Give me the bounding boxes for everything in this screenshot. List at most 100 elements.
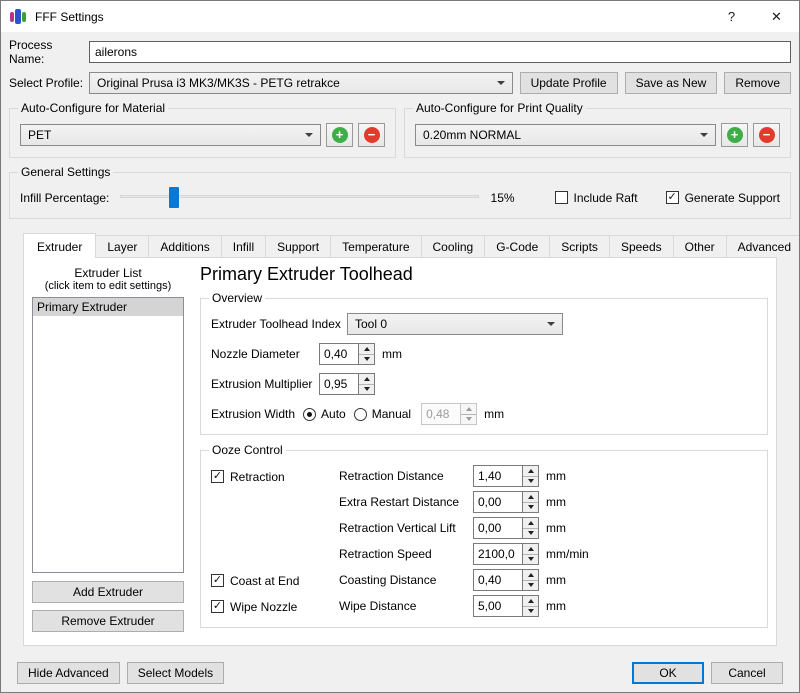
- tab-bar: Extruder Layer Additions Infill Support …: [23, 233, 799, 258]
- tab-support[interactable]: Support: [266, 235, 332, 257]
- extrusion-width-label: Extrusion Width: [211, 407, 296, 421]
- wipe-distance-label: Wipe Distance: [339, 599, 417, 613]
- add-quality-button[interactable]: +: [721, 123, 748, 147]
- spin-down-button[interactable]: [523, 476, 538, 486]
- unit-label: mm: [546, 599, 566, 613]
- remove-material-button[interactable]: −: [358, 123, 385, 147]
- quality-dropdown[interactable]: 0.20mm NORMAL: [415, 124, 716, 146]
- include-raft-checkbox[interactable]: Include Raft: [554, 191, 638, 205]
- nozzle-diameter-input[interactable]: [320, 344, 358, 364]
- spin-up-button[interactable]: [359, 374, 374, 385]
- retraction-distance-input[interactable]: [474, 466, 522, 486]
- coast-at-end-checkbox[interactable]: Coast at End: [211, 574, 299, 588]
- process-name-input[interactable]: [89, 41, 791, 63]
- tab-cooling[interactable]: Cooling: [421, 235, 486, 257]
- tab-advanced[interactable]: Advanced: [726, 235, 799, 257]
- material-dropdown[interactable]: PET: [20, 124, 321, 146]
- retraction-speed-spinner[interactable]: [473, 543, 539, 565]
- generate-support-checkbox[interactable]: Generate Support: [665, 191, 780, 205]
- tab-gcode[interactable]: G-Code: [485, 235, 551, 257]
- unit-label: mm: [546, 521, 566, 535]
- extra-restart-distance-input[interactable]: [474, 492, 522, 512]
- spin-down-button[interactable]: [359, 384, 374, 394]
- general-settings-groupbox: General Settings Infill Percentage: 15% …: [9, 165, 791, 219]
- infill-percentage-label: Infill Percentage:: [20, 190, 110, 205]
- chevron-down-icon: [305, 133, 313, 137]
- general-settings-title: General Settings: [18, 165, 114, 179]
- spin-up-button[interactable]: [523, 544, 538, 555]
- nozzle-diameter-spinner[interactable]: [319, 343, 375, 365]
- save-as-new-button[interactable]: Save as New: [624, 72, 718, 94]
- coasting-distance-label: Coasting Distance: [339, 573, 437, 587]
- wipe-distance-input[interactable]: [474, 596, 522, 616]
- coasting-distance-spinner[interactable]: [473, 569, 539, 591]
- retraction-checkbox[interactable]: Retraction: [211, 470, 285, 484]
- coasting-distance-row: Coast at End Coasting Distance: [211, 569, 757, 591]
- nozzle-diameter-label: Nozzle Diameter: [211, 347, 300, 361]
- window-title: FFF Settings: [35, 9, 104, 24]
- ooze-control-groupbox: Ooze Control Retraction Retraction Dista…: [200, 443, 768, 628]
- add-extruder-button[interactable]: Add Extruder: [32, 581, 184, 603]
- ooze-control-title: Ooze Control: [209, 443, 286, 457]
- select-profile-row: Select Profile: Original Prusa i3 MK3/MK…: [9, 72, 791, 94]
- retraction-distance-spinner[interactable]: [473, 465, 539, 487]
- profile-dropdown[interactable]: Original Prusa i3 MK3/MK3S - PETG retrak…: [89, 72, 513, 94]
- retraction-vertical-lift-spinner[interactable]: [473, 517, 539, 539]
- wipe-distance-spinner[interactable]: [473, 595, 539, 617]
- retraction-vertical-lift-input[interactable]: [474, 518, 522, 538]
- tab-additions[interactable]: Additions: [149, 235, 222, 257]
- extrusion-width-auto-radio[interactable]: Auto: [295, 407, 346, 421]
- extrusion-multiplier-input[interactable]: [320, 374, 358, 394]
- select-models-button[interactable]: Select Models: [126, 662, 225, 684]
- tab-extruder[interactable]: Extruder: [23, 233, 97, 258]
- auto-quality-groupbox: Auto-Configure for Print Quality 0.20mm …: [404, 101, 791, 158]
- infill-slider-thumb[interactable]: [168, 187, 179, 208]
- coasting-distance-input[interactable]: [474, 570, 522, 590]
- close-icon[interactable]: ✕: [754, 1, 799, 32]
- retraction-speed-label: Retraction Speed: [339, 547, 432, 561]
- auto-configure-row: Auto-Configure for Material PET + − Auto…: [9, 101, 791, 158]
- extra-restart-distance-spinner[interactable]: [473, 491, 539, 513]
- spin-down-button[interactable]: [523, 502, 538, 512]
- tab-infill[interactable]: Infill: [221, 235, 267, 257]
- spin-up-button[interactable]: [523, 466, 538, 477]
- tab-other[interactable]: Other: [673, 235, 727, 257]
- cancel-button[interactable]: Cancel: [711, 662, 783, 684]
- tab-layer[interactable]: Layer: [96, 235, 150, 257]
- remove-extruder-button[interactable]: Remove Extruder: [32, 610, 184, 632]
- tab-speeds[interactable]: Speeds: [609, 235, 674, 257]
- tab-temperature[interactable]: Temperature: [331, 235, 422, 257]
- spin-up-button[interactable]: [523, 596, 538, 607]
- update-profile-button[interactable]: Update Profile: [519, 72, 618, 94]
- extrusion-multiplier-spinner[interactable]: [319, 373, 375, 395]
- spin-down-button[interactable]: [523, 554, 538, 564]
- help-button[interactable]: ?: [709, 1, 754, 32]
- spin-down-button[interactable]: [359, 354, 374, 364]
- title-bar: FFF Settings ? ✕: [1, 1, 799, 32]
- tab-scripts[interactable]: Scripts: [550, 235, 610, 257]
- remove-profile-button[interactable]: Remove: [724, 72, 791, 94]
- extrusion-width-manual-radio[interactable]: Manual: [346, 407, 411, 421]
- retraction-vertical-lift-row: Retraction Vertical Lift mm: [211, 517, 757, 539]
- toolhead-index-dropdown[interactable]: Tool 0: [347, 313, 563, 335]
- extruder-list-title: Extruder List: [74, 266, 142, 280]
- spin-down-button[interactable]: [523, 580, 538, 590]
- extruder-listbox[interactable]: Primary Extruder: [32, 297, 184, 573]
- spin-up-button[interactable]: [359, 344, 374, 355]
- remove-quality-button[interactable]: −: [753, 123, 780, 147]
- process-name-label: Process Name:: [9, 38, 53, 66]
- retraction-speed-input[interactable]: [474, 544, 522, 564]
- spin-down-button[interactable]: [523, 606, 538, 616]
- plus-icon: +: [726, 127, 743, 143]
- spin-down-button[interactable]: [523, 528, 538, 538]
- spin-up-button[interactable]: [523, 518, 538, 529]
- spin-up-button[interactable]: [523, 570, 538, 581]
- spin-up-button[interactable]: [523, 492, 538, 503]
- wipe-nozzle-checkbox[interactable]: Wipe Nozzle: [211, 600, 297, 614]
- chevron-down-icon: [700, 133, 708, 137]
- ok-button[interactable]: OK: [632, 662, 704, 684]
- list-item-primary-extruder[interactable]: Primary Extruder: [33, 298, 183, 316]
- hide-advanced-button[interactable]: Hide Advanced: [17, 662, 120, 684]
- infill-slider[interactable]: [120, 187, 479, 208]
- add-material-button[interactable]: +: [326, 123, 353, 147]
